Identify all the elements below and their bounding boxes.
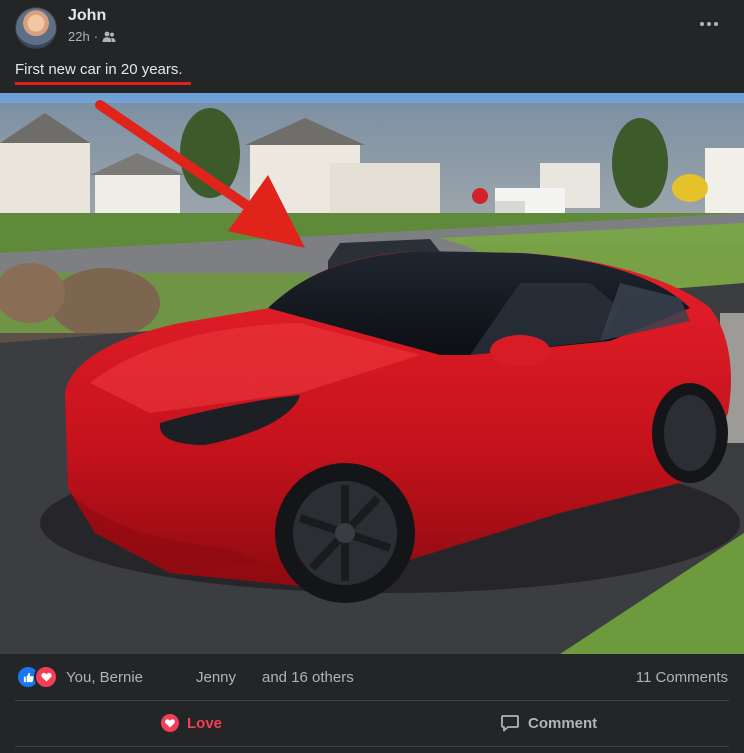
more-dot: [707, 22, 711, 26]
love-button-label: Love: [187, 714, 223, 732]
post-meta: 22h ·: [68, 29, 116, 44]
love-button[interactable]: Love: [161, 701, 222, 745]
reactors-names[interactable]: You, Bernie: [66, 669, 143, 686]
reaction-icons[interactable]: [16, 665, 60, 689]
post-caption: First new car in 20 years.: [15, 61, 183, 78]
reactor-name-jenny[interactable]: Jenny: [196, 669, 236, 686]
divider: [15, 746, 729, 747]
love-icon: [34, 665, 58, 689]
post-actions: Love Comment: [0, 701, 744, 745]
author-name[interactable]: John: [68, 7, 106, 25]
comment-button-label: Comment: [528, 714, 598, 732]
more-dots-icon: [700, 22, 704, 26]
more-dot: [714, 22, 718, 26]
comment-button[interactable]: Comment: [500, 701, 597, 745]
post-header: John 22h ·: [0, 0, 744, 60]
reactions-bar: You, Bernie Jenny and 16 others 11 Comme…: [0, 655, 744, 699]
more-options-button[interactable]: [696, 14, 722, 34]
post-photo[interactable]: [0, 93, 744, 654]
reactors-others[interactable]: and 16 others: [262, 669, 354, 686]
friends-icon: [102, 31, 116, 42]
love-reaction-icon: [161, 714, 179, 732]
post-time[interactable]: 22h: [68, 29, 90, 44]
author-avatar[interactable]: [15, 7, 57, 49]
comments-count[interactable]: 11 Comments: [636, 669, 728, 686]
comment-icon: [501, 715, 519, 732]
caption-underline-annotation: [15, 82, 191, 85]
meta-separator: ·: [93, 29, 99, 44]
car-photo-illustration: [0, 93, 744, 654]
